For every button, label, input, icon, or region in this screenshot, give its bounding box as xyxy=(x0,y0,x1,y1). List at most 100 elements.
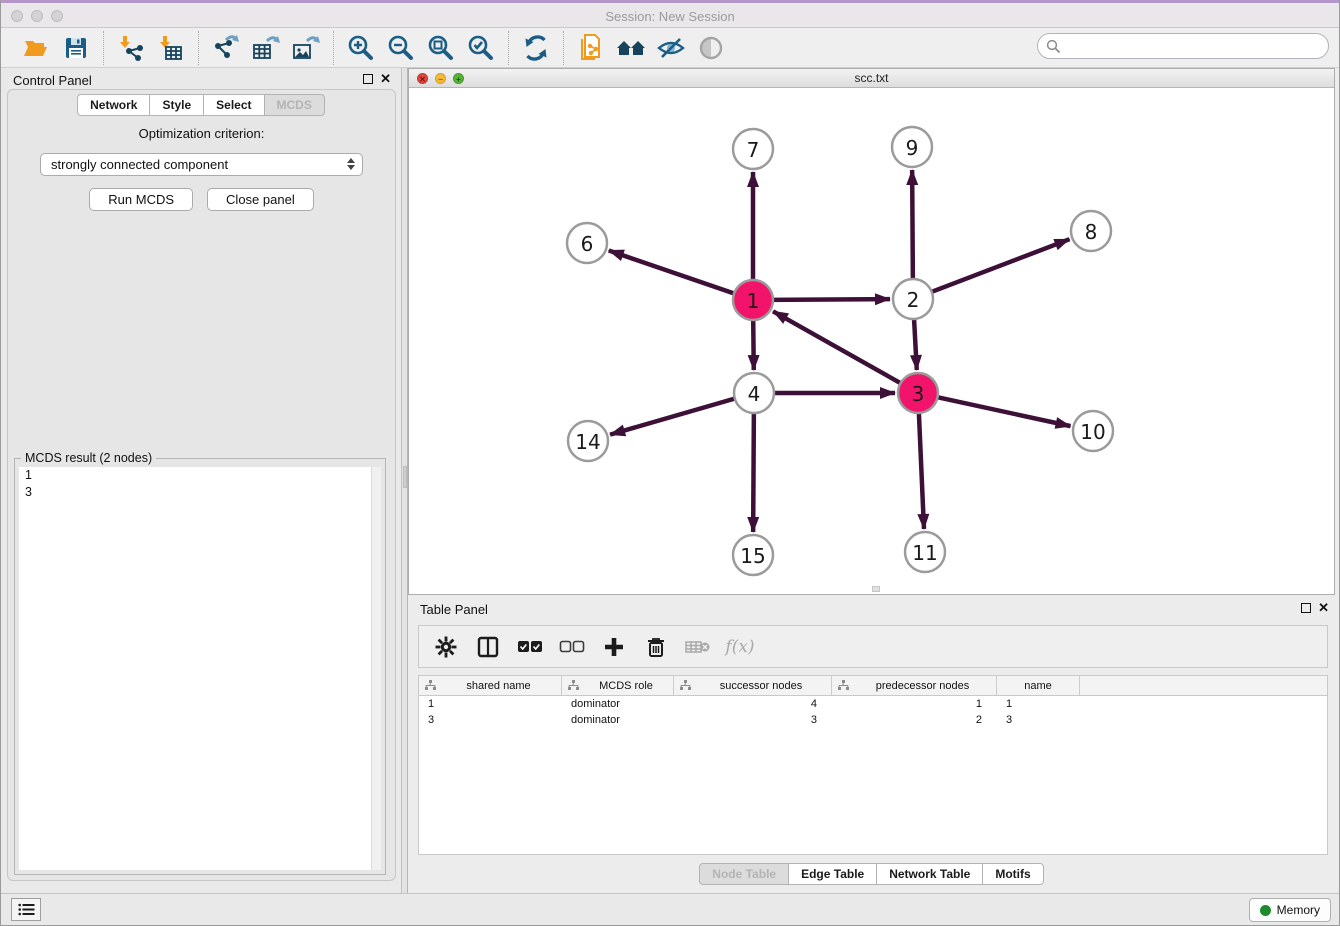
zoom-fit-icon[interactable] xyxy=(424,32,458,64)
tab-node-table[interactable]: Node Table xyxy=(699,863,788,885)
network-title: scc.txt xyxy=(409,69,1334,88)
cell-successor-nodes[interactable]: 3 xyxy=(674,712,832,728)
export-table-icon[interactable] xyxy=(249,32,283,64)
run-mcds-button[interactable]: Run MCDS xyxy=(89,188,193,211)
search-field[interactable] xyxy=(1037,33,1329,59)
hide-visual-icon[interactable] xyxy=(654,32,688,64)
edge-3-1[interactable] xyxy=(773,311,902,384)
graph-svg: 7968124314101511 xyxy=(409,89,1339,594)
column-header-predecessor-nodes[interactable]: predecessor nodes xyxy=(832,676,997,695)
open-session-icon[interactable] xyxy=(19,32,53,64)
network-canvas[interactable]: 7968124314101511 xyxy=(409,89,1334,594)
edge-3-11[interactable] xyxy=(919,411,924,529)
zoom-selected-icon[interactable] xyxy=(464,32,498,64)
edge-2-9[interactable] xyxy=(912,170,913,281)
node-label-7: 7 xyxy=(747,138,760,162)
refresh-icon[interactable] xyxy=(519,32,553,64)
canvas-resize-grip-icon[interactable] xyxy=(872,586,880,592)
node-label-3: 3 xyxy=(912,382,925,406)
add-row-icon[interactable] xyxy=(601,634,627,660)
control-panel: Control Panel ✕ NetworkStyleSelectMCDS O… xyxy=(1,68,401,893)
network-maximize-button[interactable]: + xyxy=(453,73,464,84)
gear-icon[interactable] xyxy=(433,634,459,660)
node-label-10: 10 xyxy=(1080,420,1105,444)
tab-mcds[interactable]: MCDS xyxy=(264,94,325,116)
node-label-4: 4 xyxy=(748,382,761,406)
result-scrollbar[interactable] xyxy=(371,467,381,870)
cell-successor-nodes[interactable]: 4 xyxy=(674,696,832,712)
cell-name[interactable]: 3 xyxy=(997,712,1080,728)
edge-4-14[interactable] xyxy=(610,398,737,435)
zoom-out-icon[interactable] xyxy=(384,32,418,64)
mcds-result-list[interactable]: 13 xyxy=(19,467,381,870)
select-all-icon[interactable] xyxy=(517,634,543,660)
panel-splitter[interactable] xyxy=(401,68,408,893)
main-toolbar xyxy=(1,28,1339,68)
column-header-successor-nodes[interactable]: successor nodes xyxy=(674,676,832,695)
table-panel: Table Panel ✕ xyxy=(408,597,1335,893)
result-line: 1 xyxy=(19,467,381,484)
edge-1-6[interactable] xyxy=(609,250,736,294)
edge-2-8[interactable] xyxy=(930,239,1070,292)
mcds-result-title: MCDS result (2 nodes) xyxy=(21,451,156,465)
criterion-select-value: strongly connected component xyxy=(51,157,228,172)
export-image-icon[interactable] xyxy=(289,32,323,64)
cell-MCDS-role[interactable]: dominator xyxy=(562,712,674,728)
control-panel-float-icon[interactable] xyxy=(363,74,373,84)
delete-column-disabled-icon[interactable] xyxy=(685,634,711,660)
task-history-button[interactable] xyxy=(11,898,41,921)
edge-3-10[interactable] xyxy=(936,397,1071,426)
search-input[interactable] xyxy=(1067,39,1320,53)
tab-select[interactable]: Select xyxy=(203,94,263,116)
edge-2-3[interactable] xyxy=(914,317,917,370)
control-panel-tabs: NetworkStyleSelectMCDS xyxy=(1,94,401,116)
cell-MCDS-role[interactable]: dominator xyxy=(562,696,674,712)
node-label-14: 14 xyxy=(575,430,600,454)
import-network-icon[interactable] xyxy=(114,32,148,64)
table-panel-close-icon[interactable]: ✕ xyxy=(1318,602,1329,614)
tab-network-table[interactable]: Network Table xyxy=(876,863,982,885)
import-table-icon[interactable] xyxy=(154,32,188,64)
criterion-select[interactable]: strongly connected component xyxy=(40,153,363,176)
table-row[interactable]: 1dominator411 xyxy=(419,696,1327,712)
edge-1-2[interactable] xyxy=(771,299,890,300)
control-panel-close-icon[interactable]: ✕ xyxy=(380,73,391,85)
table-panel-title: Table Panel xyxy=(420,602,488,617)
tab-motifs[interactable]: Motifs xyxy=(982,863,1043,885)
cell-shared-name[interactable]: 3 xyxy=(419,712,562,728)
column-header-shared-name[interactable]: shared name xyxy=(419,676,562,695)
deselect-all-icon[interactable] xyxy=(559,634,585,660)
tab-edge-table[interactable]: Edge Table xyxy=(788,863,876,885)
window-title: Session: New Session xyxy=(1,3,1339,28)
tab-network[interactable]: Network xyxy=(77,94,149,116)
columns-icon[interactable] xyxy=(475,634,501,660)
network-window: ✕ − + scc.txt 7968124314101511 xyxy=(408,68,1335,595)
node-table: shared nameMCDS rolesuccessor nodesprede… xyxy=(418,675,1328,855)
memory-button[interactable]: Memory xyxy=(1249,898,1331,922)
cell-predecessor-nodes[interactable]: 1 xyxy=(832,696,997,712)
column-header-MCDS-role[interactable]: MCDS role xyxy=(562,676,674,695)
column-header-name[interactable]: name xyxy=(997,676,1080,695)
home-icon[interactable] xyxy=(614,32,648,64)
cell-shared-name[interactable]: 1 xyxy=(419,696,562,712)
preview-disabled-icon[interactable] xyxy=(694,32,728,64)
table-panel-float-icon[interactable] xyxy=(1301,603,1311,613)
save-session-icon[interactable] xyxy=(59,32,93,64)
zoom-in-icon[interactable] xyxy=(344,32,378,64)
close-panel-button[interactable]: Close panel xyxy=(207,188,314,211)
delete-row-icon[interactable] xyxy=(643,634,669,660)
function-builder-disabled-icon[interactable]: f(x) xyxy=(727,634,753,660)
table-row[interactable]: 3dominator323 xyxy=(419,712,1327,728)
export-network-icon[interactable] xyxy=(209,32,243,64)
edge-1-4[interactable] xyxy=(753,318,754,370)
tab-style[interactable]: Style xyxy=(149,94,203,116)
app-window: Session: New Session xyxy=(0,0,1340,926)
network-close-button[interactable]: ✕ xyxy=(417,73,428,84)
memory-label: Memory xyxy=(1277,903,1320,917)
edge-4-15[interactable] xyxy=(753,411,754,532)
cell-predecessor-nodes[interactable]: 2 xyxy=(832,712,997,728)
duplicate-network-icon[interactable] xyxy=(574,32,608,64)
network-minimize-button[interactable]: − xyxy=(435,73,446,84)
node-label-1: 1 xyxy=(747,289,760,313)
cell-name[interactable]: 1 xyxy=(997,696,1080,712)
